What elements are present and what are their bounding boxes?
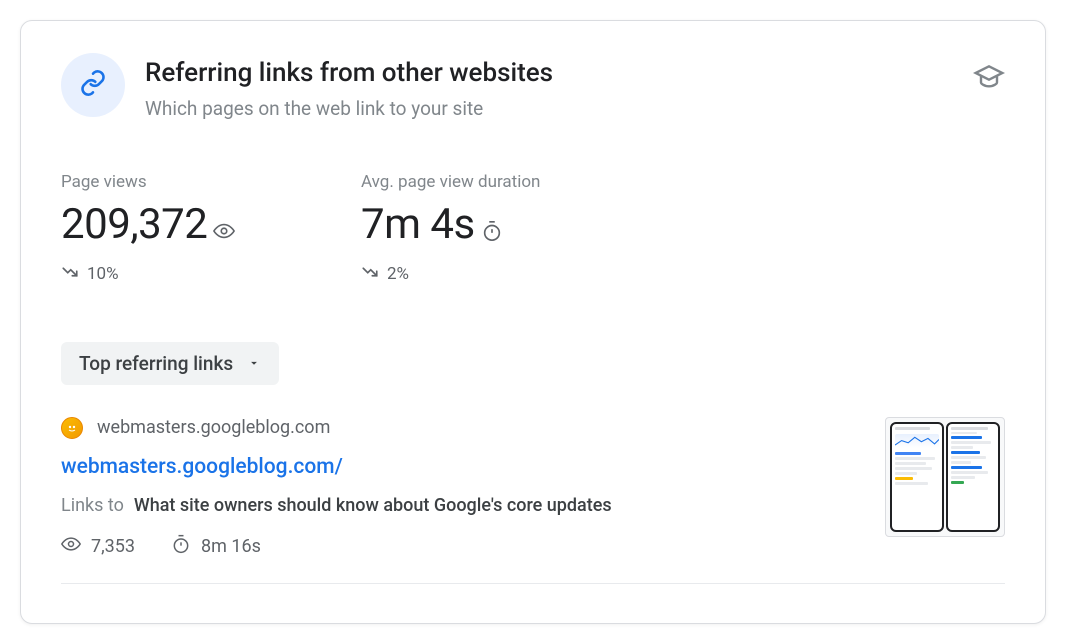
top-referring-links-dropdown[interactable]: Top referring links: [61, 342, 279, 385]
chevron-down-icon: [247, 352, 261, 375]
stopwatch-icon: [171, 534, 191, 559]
page-thumbnail: [885, 417, 1005, 537]
avg-duration-value: 7m 4s: [361, 200, 475, 249]
metric-label: Page views: [61, 172, 281, 192]
card-subtitle: Which pages on the web link to your site: [145, 97, 953, 120]
links-to-row: Links to What site owners should know ab…: [61, 495, 855, 516]
duration-value: 8m 16s: [201, 536, 261, 557]
referring-link-item: webmasters.googleblog.com webmasters.goo…: [61, 417, 1005, 584]
trend-down-icon: [61, 263, 79, 286]
views-stat: 7,353: [61, 534, 135, 559]
page-views-value: 209,372: [61, 200, 207, 249]
links-to-label: Links to: [61, 495, 124, 516]
views-value: 7,353: [91, 536, 135, 557]
favicon-icon: [61, 417, 83, 439]
page-views-metric: Page views 209,372 10%: [61, 172, 281, 286]
card-header: Referring links from other websites Whic…: [61, 53, 1005, 120]
eye-icon: [61, 534, 81, 559]
metrics-row: Page views 209,372 10% Avg. page: [61, 172, 1005, 286]
domain-text: webmasters.googleblog.com: [97, 417, 330, 438]
change-percent: 2%: [387, 264, 409, 284]
referring-url[interactable]: webmasters.googleblog.com/: [61, 455, 855, 479]
card-title: Referring links from other websites: [145, 57, 953, 91]
link-icon-badge: [61, 53, 125, 117]
change-percent: 10%: [87, 264, 119, 284]
link-stats: 7,353 8m 16s: [61, 534, 855, 559]
dropdown-label: Top referring links: [79, 352, 233, 375]
referring-links-card: Referring links from other websites Whic…: [20, 20, 1046, 624]
avg-duration-change: 2%: [361, 263, 581, 286]
duration-stat: 8m 16s: [171, 534, 261, 559]
links-to-title: What site owners should know about Googl…: [134, 495, 612, 516]
eye-icon: [213, 220, 235, 242]
education-icon[interactable]: [973, 53, 1005, 97]
stopwatch-icon: [481, 220, 503, 242]
link-icon: [79, 69, 107, 101]
trend-down-icon: [361, 263, 379, 286]
metric-label: Avg. page view duration: [361, 172, 581, 192]
page-views-change: 10%: [61, 263, 281, 286]
domain-row: webmasters.googleblog.com: [61, 417, 855, 439]
avg-duration-metric: Avg. page view duration 7m 4s 2%: [361, 172, 581, 286]
